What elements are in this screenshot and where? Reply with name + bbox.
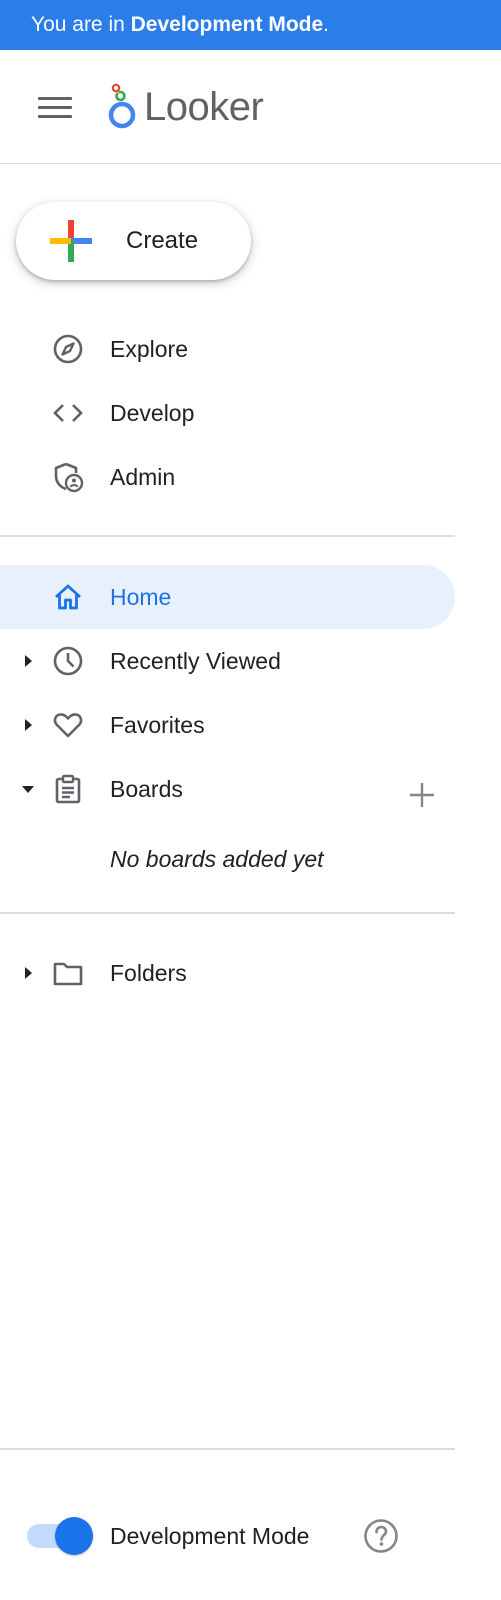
looker-logo[interactable]: Looker (108, 82, 264, 132)
nav-item-folders[interactable]: Folders (0, 941, 455, 1005)
toggle-thumb (55, 1517, 93, 1555)
caret-right-icon[interactable] (20, 717, 36, 733)
multicolor-plus-icon (50, 220, 92, 262)
nav-item-develop[interactable]: Develop (0, 381, 455, 445)
help-circle-icon[interactable] (363, 1518, 399, 1554)
heart-icon (53, 713, 83, 738)
banner-mode: Development Mode (130, 13, 324, 36)
caret-down-icon[interactable] (20, 781, 36, 797)
nav-label-favorites: Favorites (110, 712, 205, 738)
nav-item-admin[interactable]: Admin (0, 445, 455, 509)
nav-item-favorites[interactable]: Favorites (0, 693, 455, 757)
nav-item-explore[interactable]: Explore (0, 317, 455, 381)
compass-icon (53, 334, 83, 364)
divider (0, 912, 455, 914)
nav-label-home: Home (110, 584, 172, 610)
clipboard-icon (55, 774, 81, 804)
nav-item-home[interactable]: Home (0, 565, 455, 629)
nav-label-recently-viewed: Recently Viewed (110, 648, 281, 674)
app-header: Looker (0, 50, 501, 164)
divider (0, 535, 455, 537)
nav-label-boards: Boards (110, 776, 183, 802)
home-icon (55, 584, 81, 610)
dev-mode-banner: You are in Development Mode. (0, 0, 501, 50)
hamburger-menu-icon[interactable] (38, 95, 72, 121)
nav-item-recently-viewed[interactable]: Recently Viewed (0, 629, 455, 693)
code-brackets-icon (53, 404, 83, 422)
boards-empty-text: No boards added yet (110, 846, 324, 872)
dev-mode-toggle[interactable] (27, 1517, 93, 1555)
caret-right-icon[interactable] (20, 965, 36, 981)
looker-logo-icon (108, 83, 136, 129)
folder-icon (53, 962, 83, 986)
nav-label-folders: Folders (110, 960, 187, 986)
create-button[interactable]: Create (16, 202, 251, 280)
add-board-plus-icon[interactable] (407, 780, 437, 810)
nav-label-admin: Admin (110, 464, 176, 490)
banner-prefix: You are in (31, 13, 131, 36)
nav-label-develop: Develop (110, 400, 195, 426)
clock-icon (53, 646, 83, 676)
nav-label-explore: Explore (110, 336, 188, 362)
banner-suffix: . (323, 13, 330, 36)
create-button-label: Create (126, 227, 199, 254)
brand-name: Looker (144, 84, 264, 129)
nav-item-boards[interactable]: Boards (0, 757, 455, 821)
caret-right-icon[interactable] (20, 653, 36, 669)
admin-shield-icon (54, 462, 84, 493)
dev-mode-label: Development Mode (110, 1523, 310, 1549)
divider (0, 1448, 455, 1450)
